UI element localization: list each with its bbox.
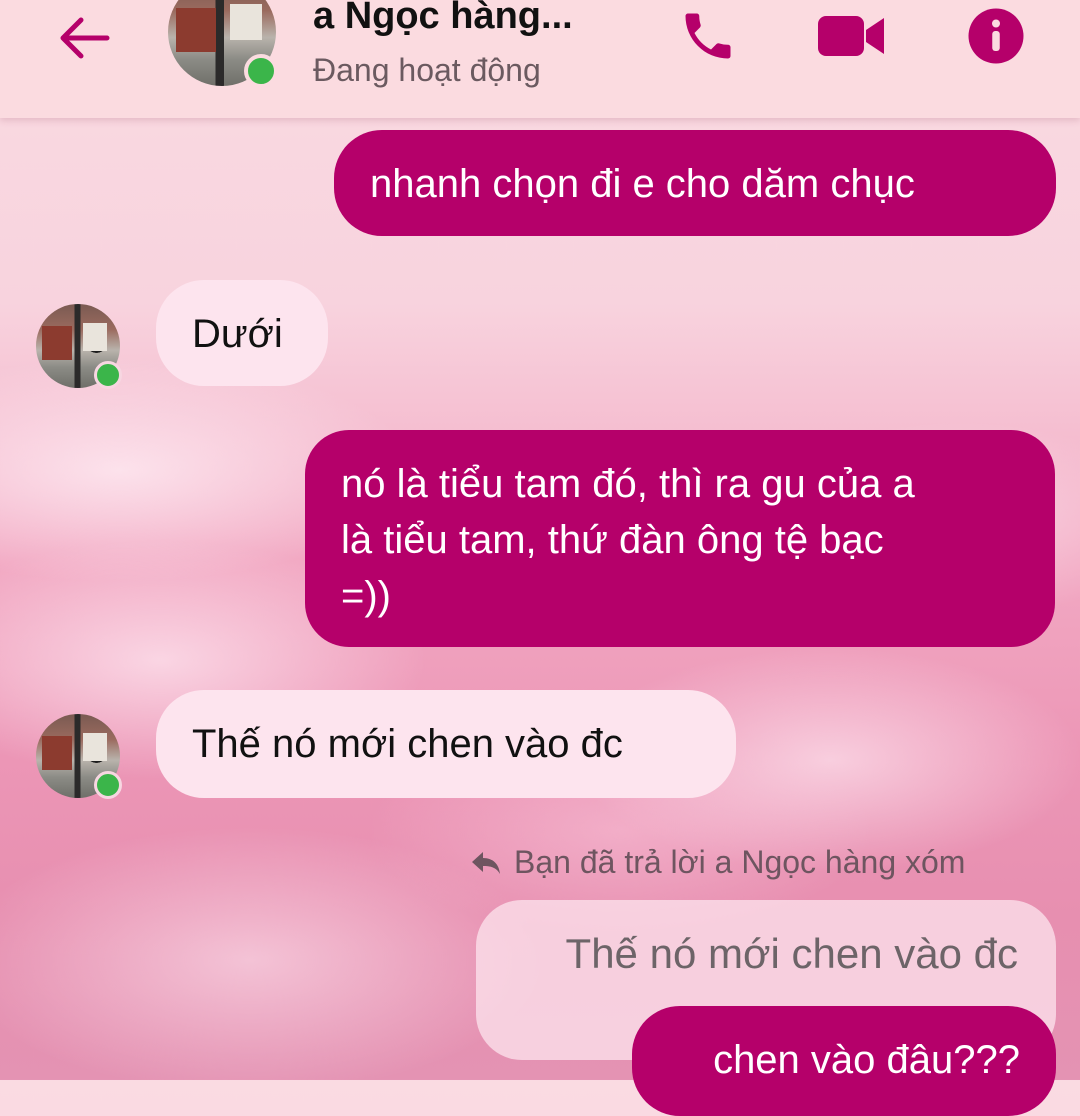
contact-status: Đang hoạt động [313,52,541,88]
info-button[interactable] [964,4,1028,68]
reply-indicator-text: Bạn đã trả lời a Ngọc hàng xóm [514,843,966,880]
contact-name[interactable]: a Ngọc hàng... [313,0,573,40]
arrow-left-icon [60,17,110,59]
online-indicator [94,361,122,389]
reply-arrow-icon [472,852,500,874]
quoted-message-text: Thế nó mới chen vào đc [565,930,1018,977]
message-text: Thế nó mới chen vào đc [192,722,623,766]
message-bubble-sent[interactable]: nó là tiểu tam đó, thì ra gu của a là ti… [305,430,1055,647]
phone-icon [685,13,731,59]
reply-indicator: Bạn đã trả lời a Ngọc hàng xóm [470,838,965,886]
video-call-button[interactable] [814,8,890,64]
message-bubble-sent[interactable]: nhanh chọn đi e cho dăm chục [334,130,1056,236]
message-text-line: nó là tiểu tam đó, thì ra gu của a [341,462,915,506]
message-bubble-received[interactable]: Dưới [156,280,328,386]
message-text-line: =)) [341,574,391,618]
video-camera-icon [818,16,884,56]
message-text-line: là tiểu tam, thứ đàn ông tệ bạc [341,518,884,562]
message-bubble-sent[interactable]: chen vào đâu??? [632,1006,1056,1116]
chat-header: a Ngọc hàng... Đang hoạt động [0,0,1080,118]
info-icon [968,8,1024,64]
call-button[interactable] [676,4,740,68]
message-text: Dưới [192,312,283,356]
online-indicator [94,771,122,799]
message-text: nhanh chọn đi e cho dăm chục [370,162,915,206]
message-text: chen vào đâu??? [713,1038,1020,1082]
back-button[interactable] [50,10,116,66]
message-bubble-received[interactable]: Thế nó mới chen vào đc [156,690,736,798]
online-indicator [244,54,278,88]
